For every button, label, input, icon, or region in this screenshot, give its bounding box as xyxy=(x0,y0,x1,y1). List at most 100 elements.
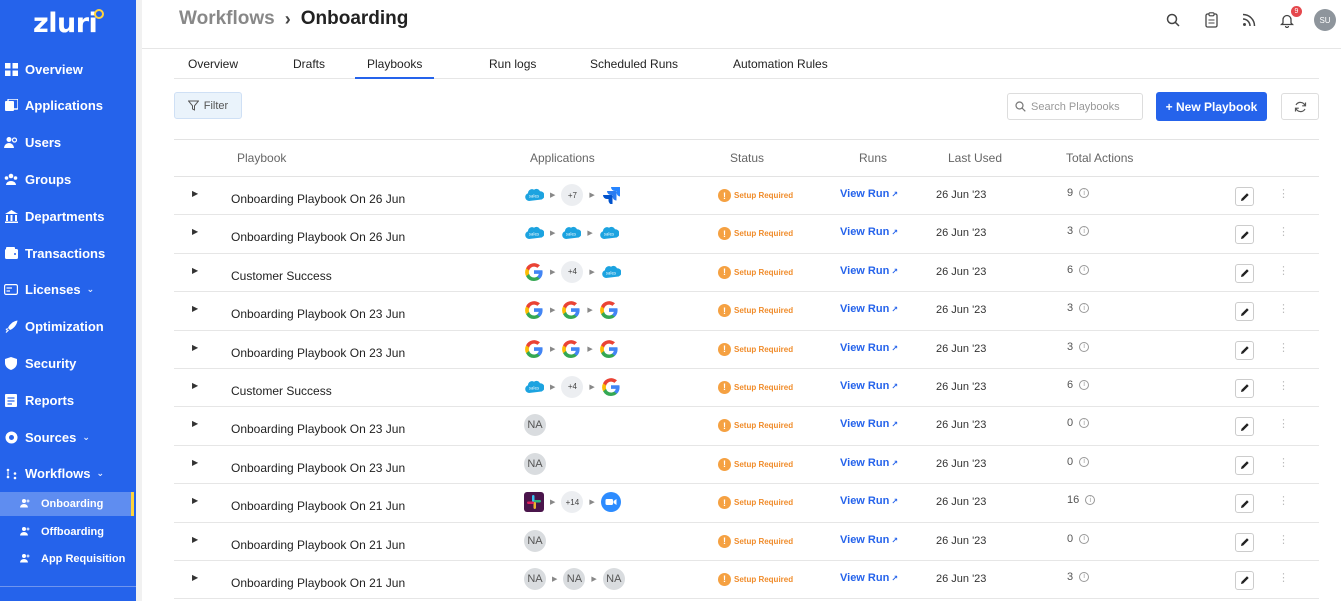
slack-app-icon[interactable] xyxy=(524,492,544,513)
more-options-icon[interactable]: ⋮ xyxy=(1278,264,1289,277)
user-avatar[interactable]: SU xyxy=(1314,9,1336,31)
playbook-name[interactable]: Onboarding Playbook On 26 Jun xyxy=(231,230,405,244)
playbook-name[interactable]: Onboarding Playbook On 21 Jun xyxy=(231,576,405,590)
salesforce-app-icon[interactable]: sales xyxy=(524,185,544,205)
sidebar-item-security[interactable]: Security xyxy=(0,348,136,378)
google-app-icon[interactable] xyxy=(561,339,581,359)
more-apps-count[interactable]: +4 xyxy=(561,260,584,283)
more-apps-count[interactable]: +4 xyxy=(561,375,584,398)
playbook-name[interactable]: Customer Success xyxy=(231,269,332,283)
more-options-icon[interactable]: ⋮ xyxy=(1278,456,1289,469)
view-run-link[interactable]: View Run ↗ xyxy=(840,303,898,315)
expand-row-icon[interactable]: ▶ xyxy=(192,304,198,313)
zoom-app-icon[interactable] xyxy=(600,492,621,513)
filter-button[interactable]: Filter xyxy=(174,92,242,119)
sidebar-item-sources[interactable]: Sources ⌄ xyxy=(0,422,136,452)
sidebar-item-groups[interactable]: Groups xyxy=(0,164,136,194)
playbook-name[interactable]: Onboarding Playbook On 26 Jun xyxy=(231,192,405,206)
view-run-link[interactable]: View Run ↗ xyxy=(840,342,898,354)
breadcrumb-parent[interactable]: Workflows xyxy=(179,8,275,30)
sidebar-item-users[interactable]: Users xyxy=(0,127,136,157)
tab-playbooks[interactable]: Playbooks xyxy=(355,57,435,79)
view-run-link[interactable]: View Run ↗ xyxy=(840,418,898,430)
info-icon[interactable]: i xyxy=(1079,341,1090,352)
jira-app-icon[interactable] xyxy=(601,185,621,205)
table-row[interactable]: ▶ Onboarding Playbook On 23 Jun ▶ ▶! Setup R… xyxy=(174,292,1319,331)
notification-bell-icon[interactable]: 9 xyxy=(1276,6,1302,31)
edit-button[interactable] xyxy=(1235,302,1254,322)
more-options-icon[interactable]: ⋮ xyxy=(1278,225,1289,238)
edit-button[interactable] xyxy=(1235,378,1254,398)
search-playbooks-input[interactable] xyxy=(1031,100,1141,113)
sidebar-item-licenses[interactable]: Licenses ⌄ xyxy=(0,274,136,304)
salesforce-app-icon[interactable]: sales xyxy=(524,223,544,243)
table-row[interactable]: ▶ Onboarding Playbook On 23 Jun NA! Setup R… xyxy=(174,446,1319,485)
expand-row-icon[interactable]: ▶ xyxy=(192,266,198,275)
expand-row-icon[interactable]: ▶ xyxy=(192,189,198,198)
sidebar-item-overview[interactable]: Overview xyxy=(0,54,136,84)
expand-row-icon[interactable]: ▶ xyxy=(192,496,198,505)
google-app-icon[interactable] xyxy=(561,300,581,320)
playbook-name[interactable]: Onboarding Playbook On 23 Jun xyxy=(231,346,405,360)
rss-feed-icon[interactable] xyxy=(1238,9,1260,31)
new-playbook-button[interactable]: + New Playbook xyxy=(1156,92,1267,121)
google-app-icon[interactable] xyxy=(599,339,619,359)
edit-button[interactable] xyxy=(1235,187,1254,206)
sidebar-item-reports[interactable]: Reports xyxy=(0,385,136,415)
expand-row-icon[interactable]: ▶ xyxy=(192,381,198,390)
table-row[interactable]: ▶ Customer Success ▶ +4 ▶ sales! Setup Require… xyxy=(174,254,1319,293)
info-icon[interactable]: i xyxy=(1079,418,1090,429)
more-options-icon[interactable]: ⋮ xyxy=(1278,302,1289,315)
more-options-icon[interactable]: ⋮ xyxy=(1278,379,1289,392)
expand-row-icon[interactable]: ▶ xyxy=(192,535,198,544)
more-options-icon[interactable]: ⋮ xyxy=(1278,533,1289,546)
view-run-link[interactable]: View Run ↗ xyxy=(840,188,898,200)
table-row[interactable]: ▶ Onboarding Playbook On 23 Jun NA! Setup R… xyxy=(174,407,1319,446)
sidebar-subitem-onboarding[interactable]: Onboarding xyxy=(0,492,134,516)
more-options-icon[interactable]: ⋮ xyxy=(1278,417,1289,430)
more-apps-count[interactable]: +14 xyxy=(561,491,584,514)
sidebar-subitem-offboarding[interactable]: Offboarding xyxy=(0,520,136,544)
sidebar-item-transactions[interactable]: Transactions xyxy=(0,238,136,268)
edit-button[interactable] xyxy=(1235,263,1254,283)
playbook-name[interactable]: Onboarding Playbook On 23 Jun xyxy=(231,307,405,321)
info-icon[interactable]: i xyxy=(1079,379,1090,390)
tab-run-logs[interactable]: Run logs xyxy=(489,57,536,79)
salesforce-app-icon[interactable]: sales xyxy=(601,262,621,282)
edit-button[interactable] xyxy=(1235,225,1254,245)
view-run-link[interactable]: View Run ↗ xyxy=(840,457,898,469)
info-icon[interactable]: i xyxy=(1079,456,1090,467)
info-icon[interactable]: i xyxy=(1085,495,1096,506)
info-icon[interactable]: i xyxy=(1079,226,1090,237)
more-options-icon[interactable]: ⋮ xyxy=(1278,571,1289,584)
search-box[interactable] xyxy=(1007,93,1143,120)
clipboard-icon[interactable] xyxy=(1200,9,1222,31)
google-app-icon[interactable] xyxy=(599,300,619,320)
google-app-icon[interactable] xyxy=(601,377,621,397)
edit-button[interactable] xyxy=(1235,494,1254,514)
tab-overview[interactable]: Overview xyxy=(188,57,238,79)
sidebar-item-workflows[interactable]: Workflows ⌄ xyxy=(0,458,136,488)
playbook-name[interactable]: Onboarding Playbook On 23 Jun xyxy=(231,461,405,475)
google-app-icon[interactable] xyxy=(524,300,544,320)
view-run-link[interactable]: View Run ↗ xyxy=(840,495,898,507)
info-icon[interactable]: i xyxy=(1079,571,1090,582)
playbook-name[interactable]: Onboarding Playbook On 21 Jun xyxy=(231,538,405,552)
sidebar-item-optimization[interactable]: Optimization xyxy=(0,311,136,341)
salesforce-app-icon[interactable]: sales xyxy=(561,223,582,243)
edit-button[interactable] xyxy=(1235,417,1254,437)
more-options-icon[interactable]: ⋮ xyxy=(1278,187,1289,200)
view-run-link[interactable]: View Run ↗ xyxy=(840,534,898,546)
sidebar-item-applications[interactable]: Applications xyxy=(0,90,136,120)
expand-row-icon[interactable]: ▶ xyxy=(192,419,198,428)
info-icon[interactable]: i xyxy=(1079,264,1090,275)
expand-row-icon[interactable]: ▶ xyxy=(192,458,198,467)
edit-button[interactable] xyxy=(1235,532,1254,552)
edit-button[interactable] xyxy=(1235,455,1254,475)
google-app-icon[interactable] xyxy=(524,339,544,359)
more-options-icon[interactable]: ⋮ xyxy=(1278,341,1289,354)
playbook-name[interactable]: Onboarding Playbook On 23 Jun xyxy=(231,422,405,436)
edit-button[interactable] xyxy=(1235,570,1254,590)
more-apps-count[interactable]: +7 xyxy=(561,184,584,206)
tab-scheduled-runs[interactable]: Scheduled Runs xyxy=(590,57,678,79)
